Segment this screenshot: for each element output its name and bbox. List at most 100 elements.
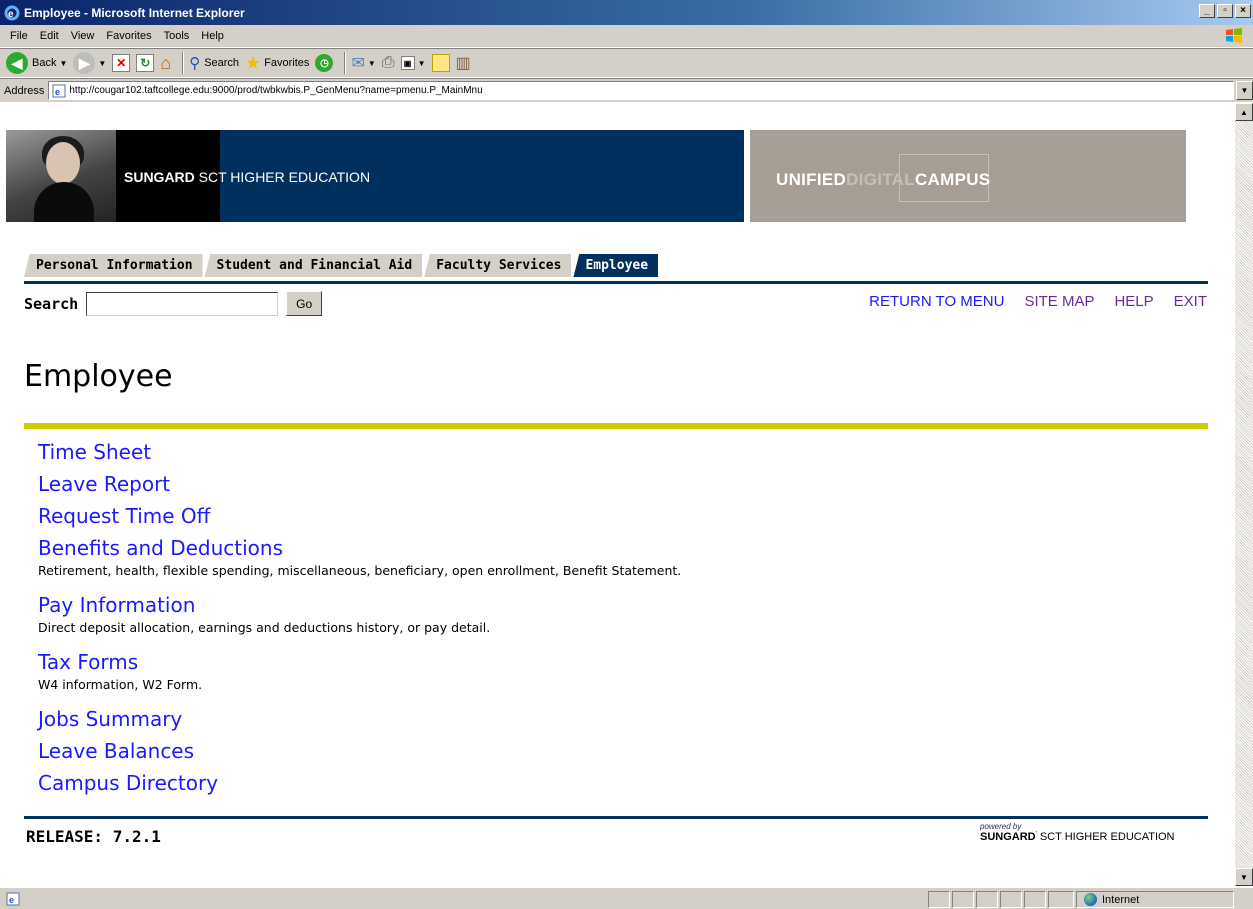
pay-information-description: Direct deposit allocation, earnings and …: [38, 620, 491, 635]
minimize-button[interactable]: _: [1199, 4, 1215, 18]
globe-icon: [1084, 893, 1097, 906]
windows-flag-icon: [1226, 28, 1242, 43]
page-content: SUNGARD SCT HIGHER EDUCATION UNIFIEDDIGI…: [2, 103, 1235, 886]
status-panel: [1048, 891, 1074, 908]
status-bar: e Internet: [0, 887, 1253, 909]
time-sheet-link[interactable]: Time Sheet: [38, 437, 1188, 469]
status-panel: [1024, 891, 1046, 908]
powered-by-logo: powered by SUNGARD' SCT HIGHER EDUCATION: [980, 822, 1175, 843]
list-item: Jobs Summary: [38, 704, 1188, 736]
return-to-menu-link[interactable]: RETURN TO MENU: [869, 293, 1004, 310]
edit-button[interactable]: ▣ ▼: [400, 56, 426, 70]
toolbar-separator: [344, 52, 347, 74]
menu-bar: File Edit View Favorites Tools Help: [0, 25, 1253, 48]
research-button[interactable]: ▥: [456, 53, 471, 73]
list-item: Pay Information Direct deposit allocatio…: [38, 590, 1188, 647]
list-item: Campus Directory: [38, 768, 1188, 800]
status-panel: [928, 891, 950, 908]
stop-icon: ✕: [112, 54, 131, 72]
note-icon: [431, 54, 450, 72]
favorites-button[interactable]: ★ Favorites: [245, 53, 309, 74]
stop-button[interactable]: ✕: [112, 54, 131, 72]
list-item: Leave Balances: [38, 736, 1188, 768]
mail-button[interactable]: ✉ ▼: [351, 53, 375, 73]
refresh-icon: ↻: [136, 54, 155, 72]
status-panel: [976, 891, 998, 908]
menu-file[interactable]: File: [4, 30, 34, 42]
banner-photo: [6, 130, 116, 222]
history-button[interactable]: ◷: [315, 54, 334, 72]
search-button[interactable]: ⚲ Search: [189, 54, 239, 72]
chevron-down-icon: ▼: [1240, 86, 1249, 95]
chevron-down-icon: ▼: [98, 58, 107, 68]
address-label: Address: [4, 84, 45, 97]
request-time-off-link[interactable]: Request Time Off: [38, 501, 1188, 533]
chevron-down-icon: ▼: [417, 58, 426, 68]
forward-button[interactable]: ▶ ▼: [73, 52, 106, 74]
site-map-link[interactable]: SITE MAP: [1024, 293, 1094, 310]
window-title: Employee - Microsoft Internet Explorer: [24, 5, 245, 20]
address-url: http://cougar102.taftcollege.edu:9000/pr…: [69, 85, 483, 96]
unified-digital-campus-logo: UNIFIEDDIGITALCAMPUS: [776, 170, 991, 189]
menu-view[interactable]: View: [65, 30, 101, 42]
tab-employee[interactable]: Employee: [573, 253, 659, 277]
jobs-summary-link[interactable]: Jobs Summary: [38, 704, 1188, 736]
history-icon: ◷: [315, 54, 334, 72]
toolbar-separator: [182, 52, 185, 74]
home-icon: ⌂: [160, 52, 172, 73]
exit-link[interactable]: EXIT: [1174, 293, 1207, 310]
address-dropdown[interactable]: ▼: [1236, 81, 1253, 100]
employee-menu: Time Sheet Leave Report Request Time Off…: [38, 437, 1188, 800]
go-button[interactable]: Go: [286, 291, 323, 316]
leave-balances-link[interactable]: Leave Balances: [38, 736, 1188, 768]
search-label: Search: [24, 294, 79, 313]
menu-tools[interactable]: Tools: [158, 30, 196, 42]
address-input[interactable]: e http://cougar102.taftcollege.edu:9000/…: [48, 81, 1234, 100]
address-bar: Address e http://cougar102.taftcollege.e…: [0, 78, 1253, 102]
restore-button[interactable]: ▫: [1217, 4, 1233, 18]
tab-faculty-services[interactable]: Faculty Services: [424, 253, 572, 277]
discuss-button[interactable]: [431, 54, 450, 72]
menu-help[interactable]: Help: [195, 30, 230, 42]
top-links: RETURN TO MENU SITE MAP HELP EXIT: [869, 293, 1207, 310]
status-panel: [952, 891, 974, 908]
menu-edit[interactable]: Edit: [34, 30, 65, 42]
search-form: Search Go: [24, 291, 323, 316]
list-item: Benefits and Deductions Retirement, heal…: [38, 533, 1188, 590]
back-arrow-icon: ◀: [6, 52, 28, 74]
home-button[interactable]: ⌂: [160, 53, 171, 74]
scroll-down-button[interactable]: ▼: [1235, 868, 1253, 886]
ie-icon: e: [4, 5, 20, 20]
leave-report-link[interactable]: Leave Report: [38, 469, 1188, 501]
page-status-icon: e: [6, 892, 20, 905]
close-button[interactable]: ×: [1235, 4, 1251, 18]
mail-icon: ✉: [351, 55, 365, 72]
vertical-scrollbar[interactable]: ▲ ▼: [1235, 103, 1253, 886]
tab-personal-information[interactable]: Personal Information: [24, 253, 203, 277]
list-item: Request Time Off: [38, 501, 1188, 533]
search-input[interactable]: [86, 291, 279, 316]
menu-favorites[interactable]: Favorites: [100, 30, 157, 42]
sungard-logo: SUNGARD SCT HIGHER EDUCATION: [124, 169, 371, 185]
refresh-button[interactable]: ↻: [136, 54, 155, 72]
chevron-down-icon: ▼: [367, 58, 376, 68]
release-version: RELEASE: 7.2.1: [26, 827, 161, 846]
status-panel: [1000, 891, 1022, 908]
forward-arrow-icon: ▶: [73, 52, 96, 74]
toolbar: ◀ Back ▼ ▶ ▼ ✕ ↻ ⌂ ⚲ Search ★ Favorites …: [0, 48, 1253, 78]
benefits-deductions-description: Retirement, health, flexible spending, m…: [38, 563, 682, 578]
chevron-up-icon: ▲: [1240, 107, 1248, 117]
svg-text:e: e: [8, 9, 14, 20]
list-item: Time Sheet: [38, 437, 1188, 469]
print-button[interactable]: ⎙: [382, 54, 395, 72]
tax-forms-description: W4 information, W2 Form.: [38, 677, 203, 692]
search-icon: ⚲: [189, 55, 201, 72]
tab-student-financial-aid[interactable]: Student and Financial Aid: [204, 253, 423, 277]
tab-underline: [24, 281, 1208, 284]
campus-directory-link[interactable]: Campus Directory: [38, 768, 1188, 800]
scroll-up-button[interactable]: ▲: [1235, 103, 1253, 121]
back-button[interactable]: ◀ Back ▼: [6, 52, 67, 74]
help-link[interactable]: HELP: [1114, 293, 1153, 310]
chevron-down-icon: ▼: [1240, 872, 1248, 882]
security-zone: Internet: [1082, 891, 1139, 908]
